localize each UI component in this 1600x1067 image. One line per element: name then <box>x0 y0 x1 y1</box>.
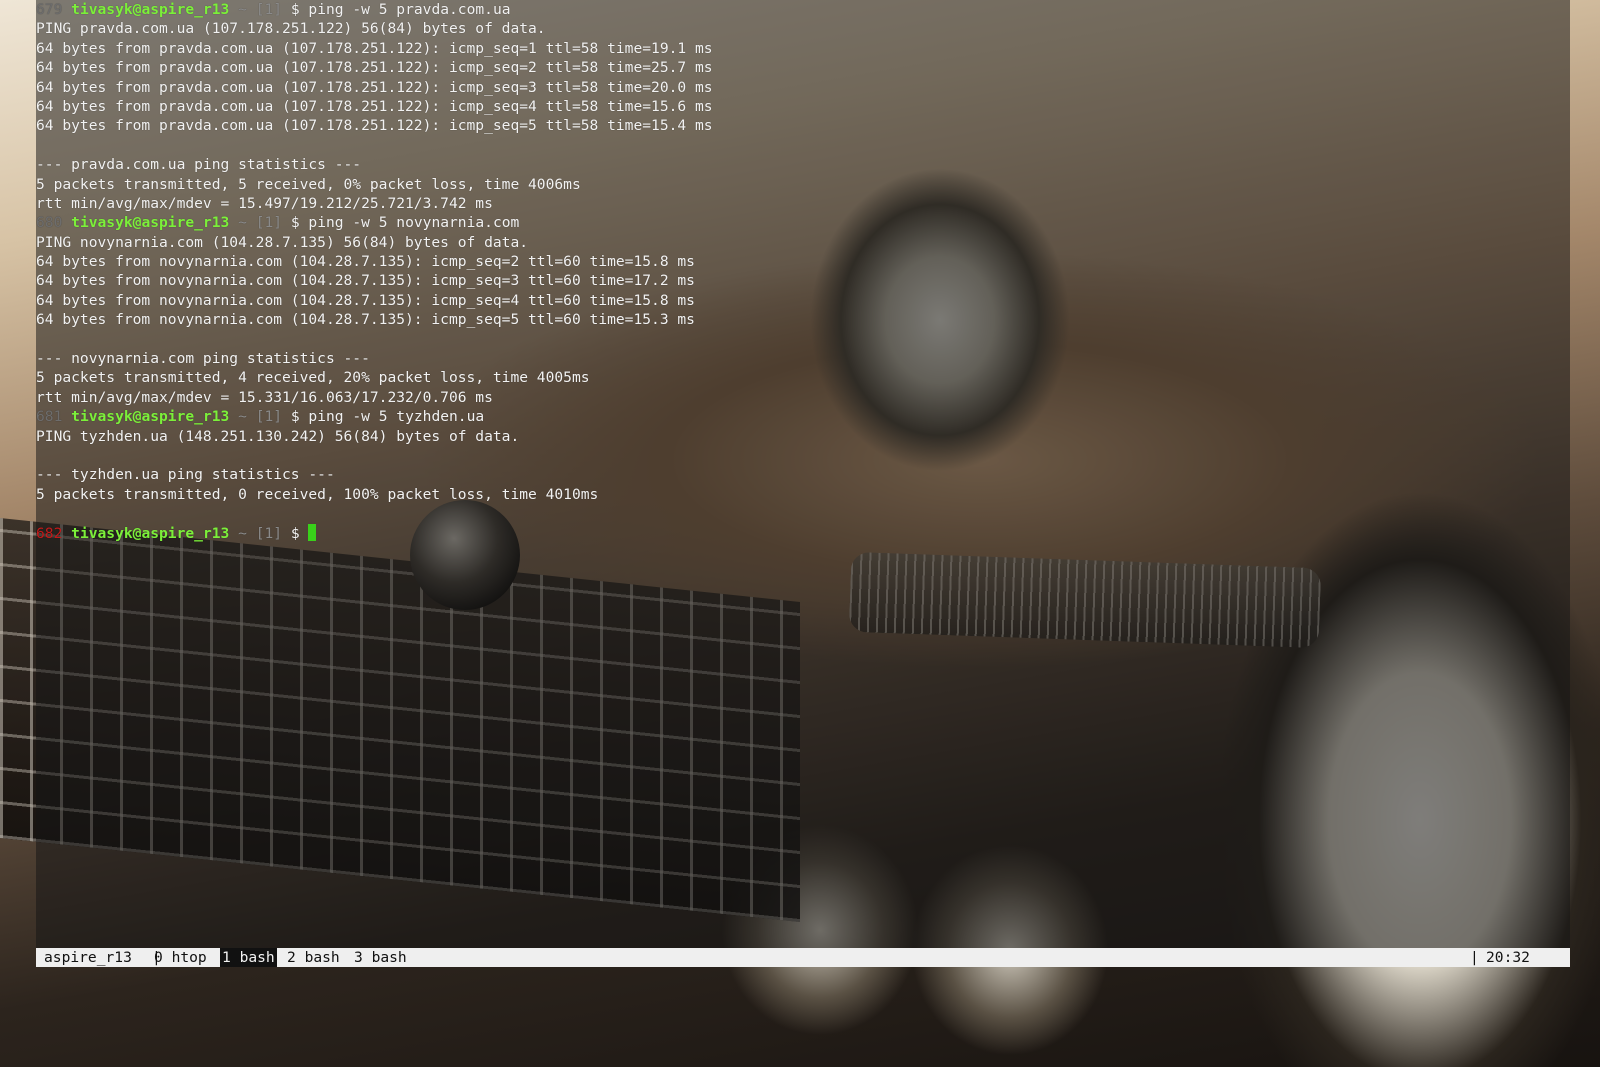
prompt-jobs: [1] <box>255 214 283 232</box>
terminal-output-line: 5 packets transmitted, 0 received, 100% … <box>36 485 599 503</box>
prompt-history-number: 681 <box>36 408 63 426</box>
terminal-prompt-line: 679 tivasyk@aspire_r13 ~ [1] $ ping -w 5… <box>36 0 713 19</box>
prompt-user-host: tivasyk@aspire_r13 <box>71 214 230 232</box>
prompt-history-number: 682 <box>36 524 63 542</box>
tmux-window-3[interactable]: 3 bash <box>354 948 407 967</box>
terminal-output-line: rtt min/avg/max/mdev = 15.497/19.212/25.… <box>36 194 493 212</box>
terminal-output-line: 5 packets transmitted, 5 received, 0% pa… <box>36 175 581 193</box>
terminal-output-line: 64 bytes from novynarnia.com (104.28.7.1… <box>36 311 695 329</box>
terminal-output-line: 64 bytes from novynarnia.com (104.28.7.1… <box>36 253 695 271</box>
terminal-output-line: --- novynarnia.com ping statistics --- <box>36 350 370 368</box>
prompt-user-host: tivasyk@aspire_r13 <box>71 1 230 18</box>
terminal-output-line: --- tyzhden.ua ping statistics --- <box>36 466 335 484</box>
terminal-output-line: 64 bytes from pravda.com.ua (107.178.251… <box>36 78 713 96</box>
prompt-cwd: ~ <box>238 1 247 18</box>
prompt-command: $ ping -w 5 tyzhden.ua <box>290 408 485 426</box>
terminal-output-line: PING tyzhden.ua (148.251.130.242) 56(84)… <box>36 427 520 445</box>
prompt-cwd: ~ <box>238 524 247 542</box>
prompt-history-number: 679 <box>36 1 63 18</box>
terminal-output-line <box>36 446 713 465</box>
prompt-jobs: [1] <box>255 524 283 542</box>
terminal-output-line: 64 bytes from pravda.com.ua (107.178.251… <box>36 39 713 57</box>
terminal-output-line: rtt min/avg/max/mdev = 15.331/16.063/17.… <box>36 388 493 406</box>
terminal-output-line: 64 bytes from pravda.com.ua (107.178.251… <box>36 117 713 135</box>
terminal-output-line: 5 packets transmitted, 4 received, 20% p… <box>36 369 590 387</box>
terminal-output: 679 tivasyk@aspire_r13 ~ [1] $ ping -w 5… <box>36 0 713 543</box>
terminal-output-line: PING novynarnia.com (104.28.7.135) 56(84… <box>36 233 529 251</box>
terminal-output-line: --- pravda.com.ua ping statistics --- <box>36 156 362 174</box>
terminal-output-line: 64 bytes from pravda.com.ua (107.178.251… <box>36 97 713 115</box>
terminal-prompt-line: 680 tivasyk@aspire_r13 ~ [1] $ ping -w 5… <box>36 213 713 232</box>
terminal-cursor[interactable] <box>308 523 317 541</box>
terminal-output-line <box>36 504 713 523</box>
tmux-window-0[interactable]: 0 htop <box>154 948 207 967</box>
terminal-prompt-line: 681 tivasyk@aspire_r13 ~ [1] $ ping -w 5… <box>36 407 713 426</box>
status-clock: 20:32 <box>1486 949 1530 966</box>
terminal-output-line <box>36 136 713 155</box>
terminal-output-line: 64 bytes from pravda.com.ua (107.178.251… <box>36 59 713 77</box>
tmux-session-name: aspire_r13 <box>44 949 132 966</box>
prompt-history-number: 680 <box>36 214 63 232</box>
tmux-window-1-active[interactable]: 1 bash <box>220 948 277 967</box>
prompt-command: $ <box>290 524 309 542</box>
prompt-command: $ ping -w 5 pravda.com.ua <box>290 1 511 18</box>
terminal-output-line: 64 bytes from novynarnia.com (104.28.7.1… <box>36 291 695 309</box>
prompt-cwd: ~ <box>238 214 247 232</box>
terminal-output-line: 64 bytes from novynarnia.com (104.28.7.1… <box>36 272 695 290</box>
prompt-user-host: tivasyk@aspire_r13 <box>71 408 230 426</box>
terminal-output-line <box>36 330 713 349</box>
prompt-jobs: [1] <box>255 408 283 426</box>
terminal-prompt-line: 682 tivasyk@aspire_r13 ~ [1] $ <box>36 523 713 543</box>
terminal-output-line: PING pravda.com.ua (107.178.251.122) 56(… <box>36 20 546 38</box>
prompt-command: $ ping -w 5 novynarnia.com <box>290 214 520 232</box>
status-separator: | <box>1470 949 1479 966</box>
tmux-window-2[interactable]: 2 bash <box>287 948 340 967</box>
prompt-user-host: tivasyk@aspire_r13 <box>71 524 230 542</box>
prompt-cwd: ~ <box>238 408 247 426</box>
tmux-status-bar: aspire_r13 | 0 htop 1 bash 2 bash 3 bash… <box>36 948 1570 967</box>
terminal-window[interactable]: 679 tivasyk@aspire_r13 ~ [1] $ ping -w 5… <box>36 0 1570 948</box>
prompt-jobs: [1] <box>255 1 283 18</box>
